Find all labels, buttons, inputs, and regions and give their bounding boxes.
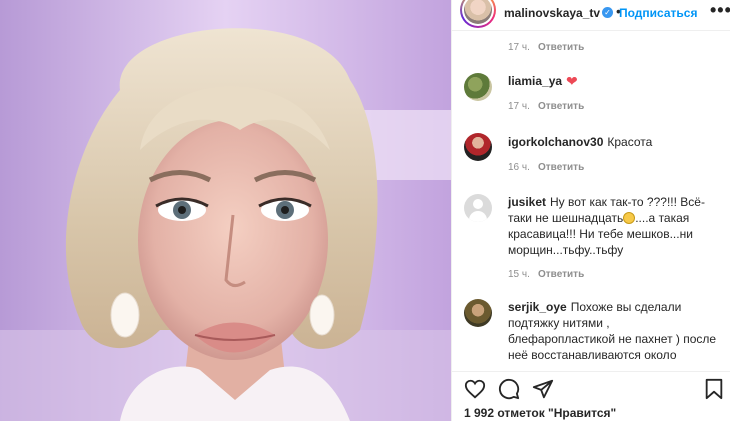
commenter-username[interactable]: igorkolchanov30: [508, 135, 603, 149]
comment-time: 17 ч.: [508, 101, 530, 112]
verified-badge-icon: ✓: [602, 7, 613, 18]
comment-meta: 16 ч. Ответить: [508, 162, 584, 173]
comment-text: serjik_oye Похоже вы сделали подтяжку нит…: [508, 299, 718, 363]
comment-meta: 15 ч. Ответить: [508, 269, 584, 280]
comment-text: jusiket Ну вот как так-то ???!!! Всё-таки…: [508, 194, 718, 258]
commenter-avatar[interactable]: [464, 73, 492, 101]
actions-divider: [452, 371, 730, 372]
reply-button[interactable]: Ответить: [538, 101, 584, 112]
commenter-username[interactable]: liamia_ya: [508, 74, 562, 88]
comment-body: Красота: [607, 135, 653, 149]
red-heart-icon: ❤: [566, 73, 578, 89]
author-avatar[interactable]: [460, 0, 496, 28]
follow-button[interactable]: Подписаться: [619, 6, 697, 20]
author-username[interactable]: malinovskaya_tv: [504, 6, 600, 20]
commenter-avatar[interactable]: [464, 194, 492, 222]
reply-button[interactable]: Ответить: [538, 162, 584, 173]
comment-time: 15 ч.: [508, 269, 530, 280]
post-photo[interactable]: [0, 0, 451, 421]
likes-count[interactable]: 1 992 отметок "Нравится": [464, 406, 616, 420]
author-avatar-image: [464, 0, 492, 24]
heart-outline-icon[interactable]: [464, 378, 486, 400]
commenter-username[interactable]: jusiket: [508, 195, 546, 209]
commenter-username[interactable]: serjik_oye: [508, 300, 567, 314]
reply-button[interactable]: Ответить: [538, 42, 584, 53]
comments-panel: malinovskaya_tv ✓ • Подписаться ••• 17 ч…: [452, 0, 730, 421]
comment-icon[interactable]: [498, 378, 520, 400]
comment-meta: 17 ч. Ответить: [508, 101, 584, 112]
comment-text: igorkolchanov30 Красота: [508, 134, 718, 150]
more-options-icon[interactable]: •••: [710, 0, 730, 21]
paper-plane-icon[interactable]: [532, 378, 554, 400]
comment-meta: 17 ч. Ответить: [508, 42, 584, 53]
comment-text: liamia_ya ❤: [508, 73, 718, 89]
reply-button[interactable]: Ответить: [538, 269, 584, 280]
comments-list[interactable]: 17 ч. Ответить liamia_ya ❤ 17 ч. Ответить…: [452, 31, 730, 371]
comment-time: 16 ч.: [508, 162, 530, 173]
bookmark-icon[interactable]: [704, 378, 724, 400]
post-photo-image: [0, 0, 451, 421]
commenter-avatar[interactable]: [464, 299, 492, 327]
post-header: malinovskaya_tv ✓ • Подписаться •••: [452, 0, 730, 31]
commenter-avatar[interactable]: [464, 133, 492, 161]
grinning-face-icon: [623, 212, 636, 224]
comment-time: 17 ч.: [508, 42, 530, 53]
